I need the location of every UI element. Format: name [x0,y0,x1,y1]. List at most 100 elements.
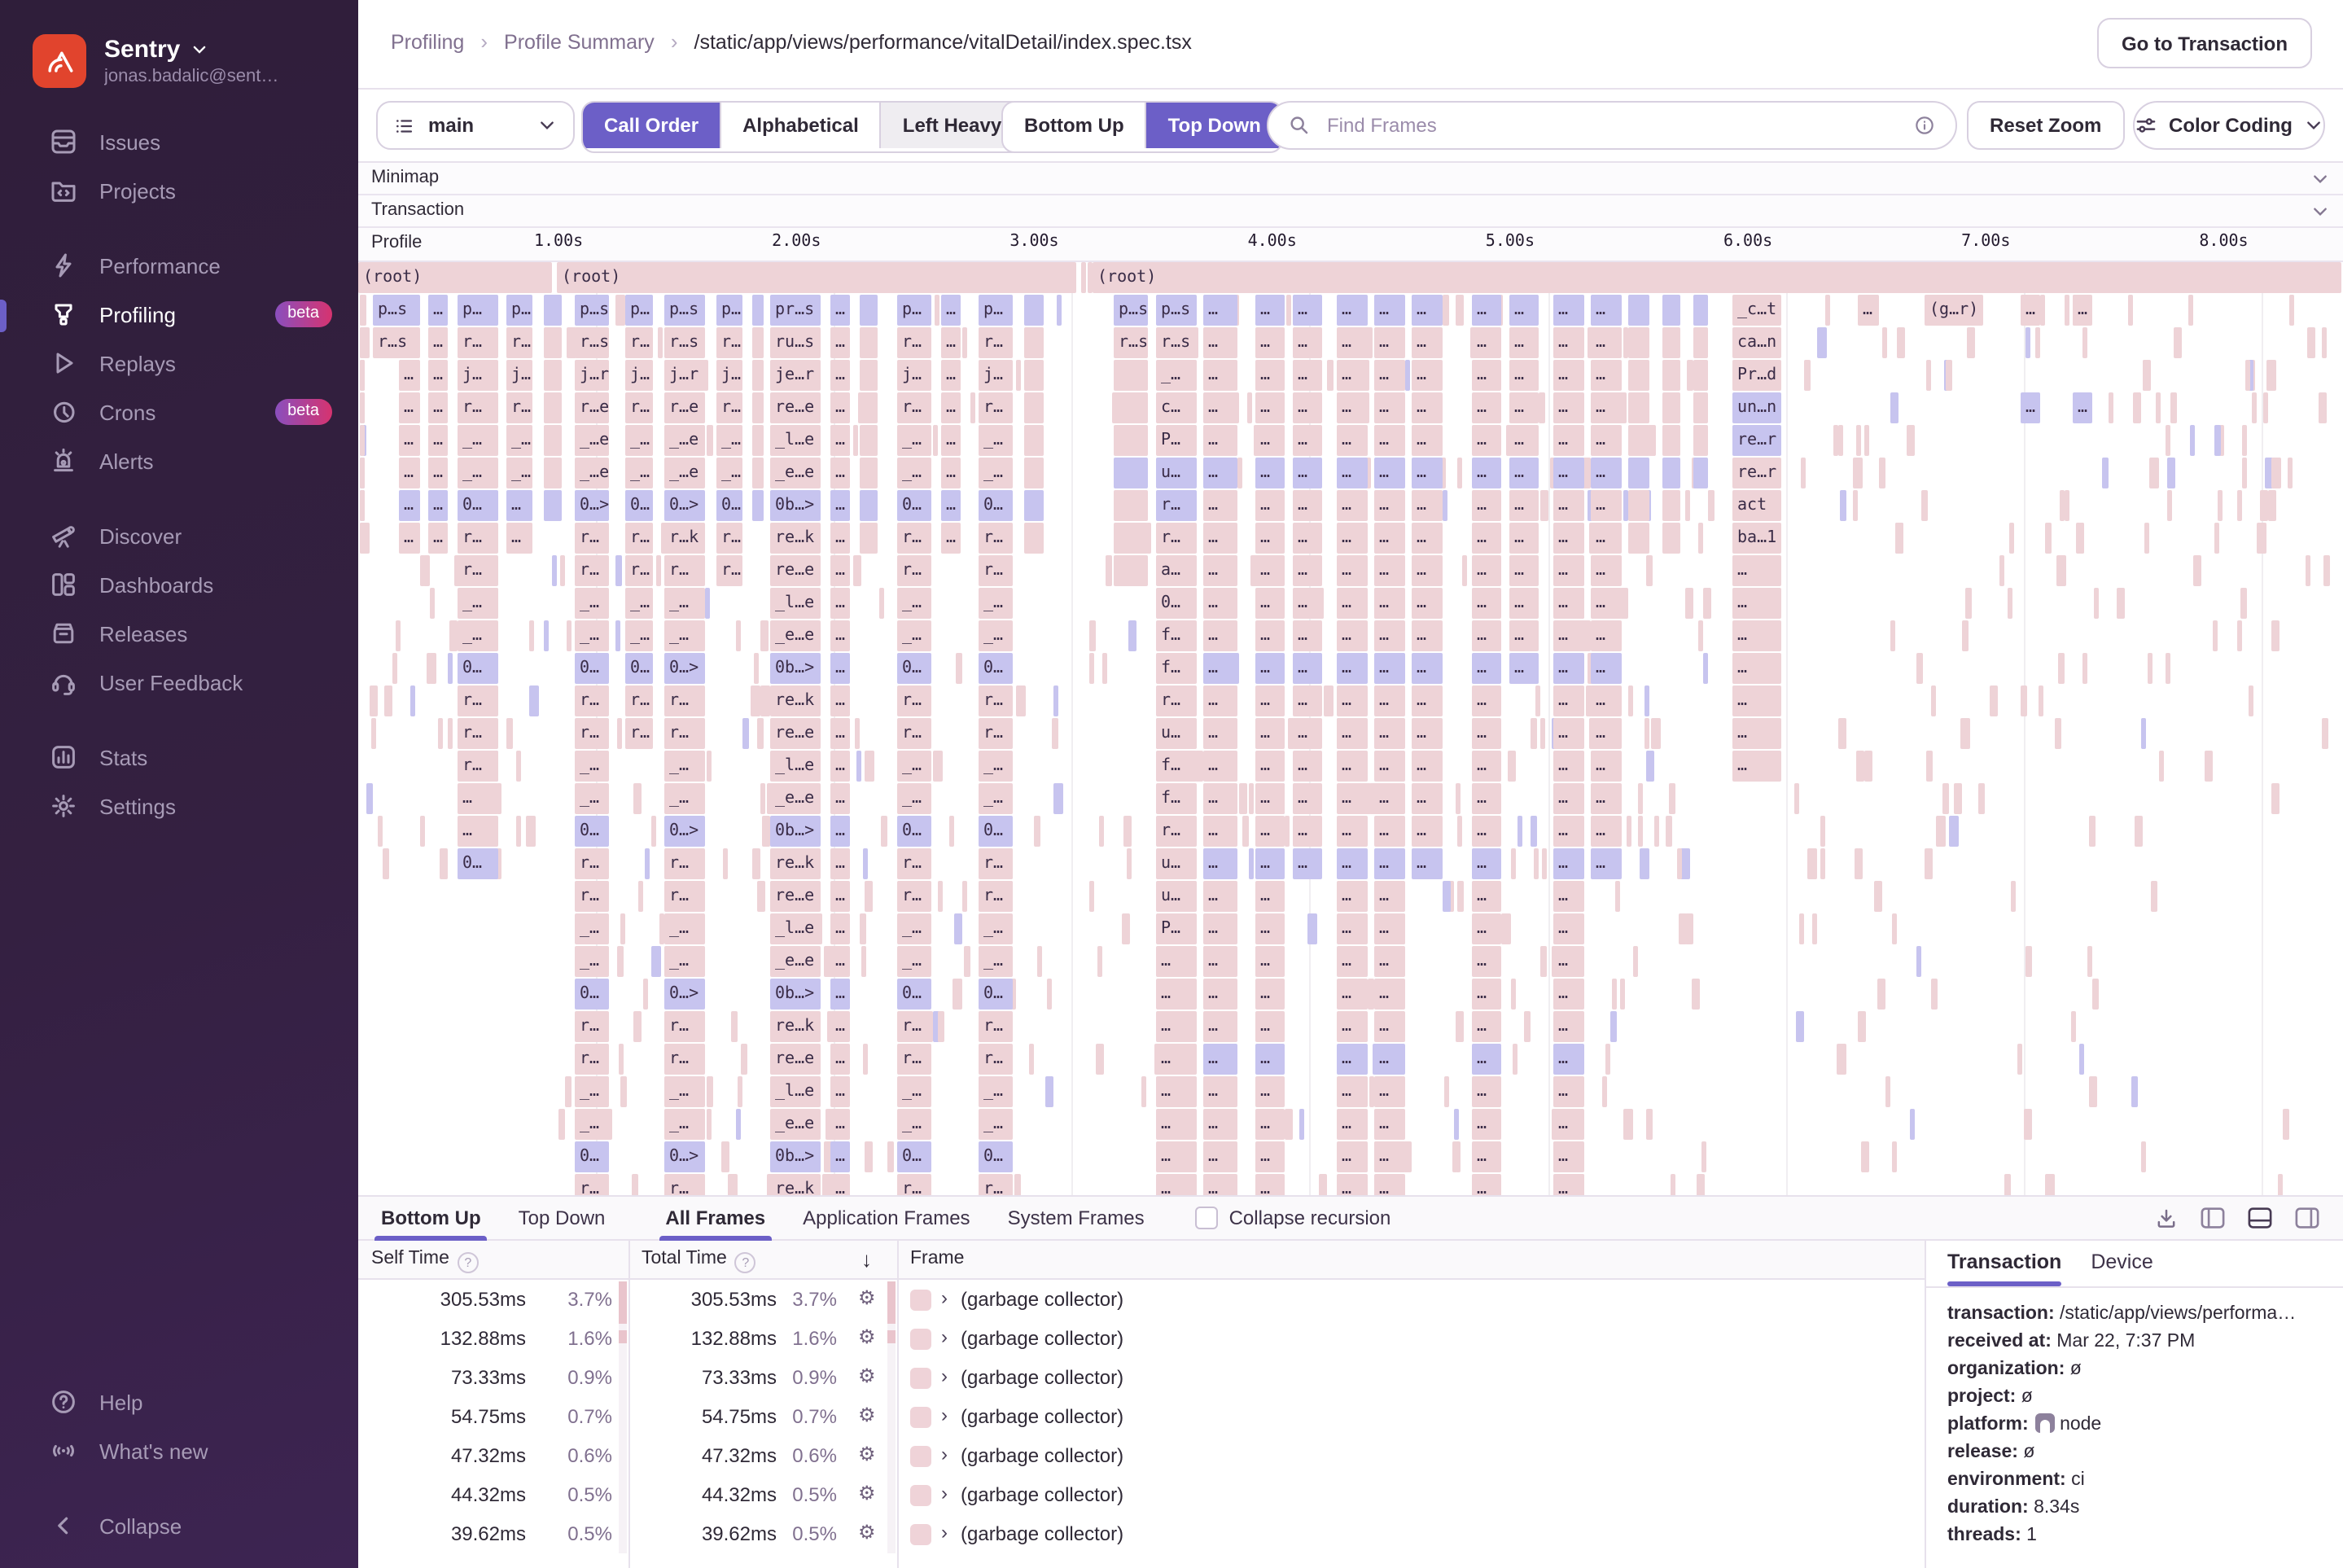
flame-frame[interactable] [860,425,878,456]
flame-frame[interactable]: 0… [575,653,609,684]
flame-frame[interactable]: … [1412,327,1443,358]
flame-frame[interactable] [1858,1011,1867,1042]
flame-frame[interactable]: r… [979,685,1013,716]
flame-frame[interactable] [1443,881,1450,912]
flame-frame[interactable]: … [1472,816,1501,847]
flame-frame[interactable] [1864,425,1869,456]
flame-frame[interactable] [1628,425,1649,456]
flame-frame[interactable]: … [1472,718,1501,749]
flame-frame[interactable]: … [1591,816,1622,847]
sidebar-collapse[interactable]: Collapse [0,1501,358,1550]
flame-frame[interactable]: … [2073,295,2092,326]
flame-frame[interactable]: … [1293,751,1322,782]
flame-frame[interactable]: … [1203,360,1237,391]
flame-frame[interactable] [735,1109,740,1140]
flame-frame[interactable] [1628,295,1649,326]
flame-frame[interactable]: … [1255,751,1285,782]
flame-frame[interactable] [1890,620,1895,651]
flame-frame[interactable]: … [1374,1174,1405,1195]
flame-frame[interactable]: … [1156,1044,1197,1075]
flame-frame[interactable] [1881,327,1886,358]
flame-frame[interactable] [409,685,414,716]
flame-frame[interactable] [962,881,967,912]
frame-name[interactable]: (garbage collector) [961,1288,1123,1311]
flame-frame[interactable] [1035,816,1041,847]
flame-frame[interactable] [378,816,383,847]
flame-frame[interactable] [964,946,971,977]
flame-frame[interactable] [1793,783,1799,814]
flame-frame[interactable] [651,816,656,847]
flame-frame[interactable]: _… [575,946,609,977]
flame-frame[interactable]: r… [625,523,653,554]
flame-frame[interactable]: … [2073,392,2092,423]
flame-frame[interactable]: 0… [458,848,498,879]
flame-frame[interactable]: re…k [770,685,821,716]
flame-frame[interactable] [1628,327,1649,358]
details-tab-transaction[interactable]: Transaction [1947,1250,2061,1286]
flame-frame[interactable] [1860,1141,1870,1172]
flame-frame[interactable]: _l…e [770,913,821,944]
flame-frame[interactable]: _… [575,751,609,782]
flame-frame[interactable]: … [830,1011,850,1042]
flame-frame[interactable]: … [1293,555,1322,586]
flame-frame[interactable]: _… [897,588,931,619]
flame-frame[interactable] [2082,653,2087,684]
flame-frame[interactable] [1453,1109,1459,1140]
flame-frame[interactable]: r… [575,1044,609,1075]
flame-frame[interactable] [1885,1076,1890,1107]
flame-frame[interactable]: … [1255,1141,1285,1172]
flame-frame[interactable] [1671,1174,1676,1195]
flame-frame[interactable] [1668,783,1675,814]
flame-frame[interactable]: … [1412,523,1443,554]
flame-frame[interactable]: … [1337,816,1368,847]
flame-frame[interactable]: … [1553,946,1584,977]
flame-frame[interactable]: _… [458,588,498,619]
flame-frame[interactable] [1602,1076,1608,1107]
flame-frame[interactable]: … [1203,751,1237,782]
flame-frame[interactable] [742,718,748,749]
flame-frame[interactable] [1921,490,1928,521]
flame-frame[interactable]: … [1374,783,1405,814]
flame-frame[interactable] [2236,620,2241,651]
flame-frame[interactable] [2131,1076,2138,1107]
flame-frame[interactable] [657,327,662,358]
expand-chevron-icon[interactable]: › [941,1404,948,1426]
flame-frame[interactable]: … [1203,946,1237,977]
flame-frame[interactable]: … [1203,783,1237,814]
flame-frame[interactable] [1507,751,1516,782]
flame-frame[interactable] [2117,588,2125,619]
flame-frame[interactable] [1196,751,1203,782]
flame-frame[interactable] [440,848,448,879]
flame-frame[interactable]: r… [458,718,498,749]
flame-frame[interactable] [1014,1174,1021,1195]
flame-frame[interactable]: … [1591,458,1622,488]
flame-frame[interactable] [1799,913,1804,944]
flame-frame[interactable]: … [1553,620,1584,651]
flame-frame[interactable]: 0b…> [770,816,821,847]
flame-frame[interactable]: … [1203,620,1237,651]
frame-name[interactable]: (garbage collector) [961,1483,1123,1506]
flame-frame[interactable] [2150,458,2159,488]
flame-frame[interactable]: f… [1156,751,1197,782]
flame-frame[interactable] [2038,685,2043,716]
flame-frame[interactable] [707,751,712,782]
flame-frame[interactable]: r…s [373,327,420,358]
flame-frame[interactable]: re…k [770,1174,821,1195]
flame-frame[interactable] [1977,783,1985,814]
flame-frame[interactable]: 0… [1156,588,1197,619]
tab-application-frames[interactable]: Application Frames [799,1197,973,1239]
flame-frame[interactable] [760,783,766,814]
flame-frame[interactable] [1024,490,1044,521]
flame-frame[interactable]: ca…n [1732,327,1781,358]
flame-frame[interactable]: … [458,783,498,814]
flame-frame[interactable]: _… [664,751,705,782]
flame-frame[interactable]: … [1732,620,1781,651]
flame-frame[interactable]: 0… [979,1141,1013,1172]
flame-frame[interactable] [2087,946,2092,977]
flame-frame[interactable] [1024,425,1044,456]
flame-frame[interactable]: _… [625,588,653,619]
flame-frame[interactable] [864,1044,869,1075]
flame-frame[interactable]: … [830,1141,850,1172]
flame-frame[interactable]: … [941,490,961,521]
flame-frame[interactable] [544,490,562,521]
